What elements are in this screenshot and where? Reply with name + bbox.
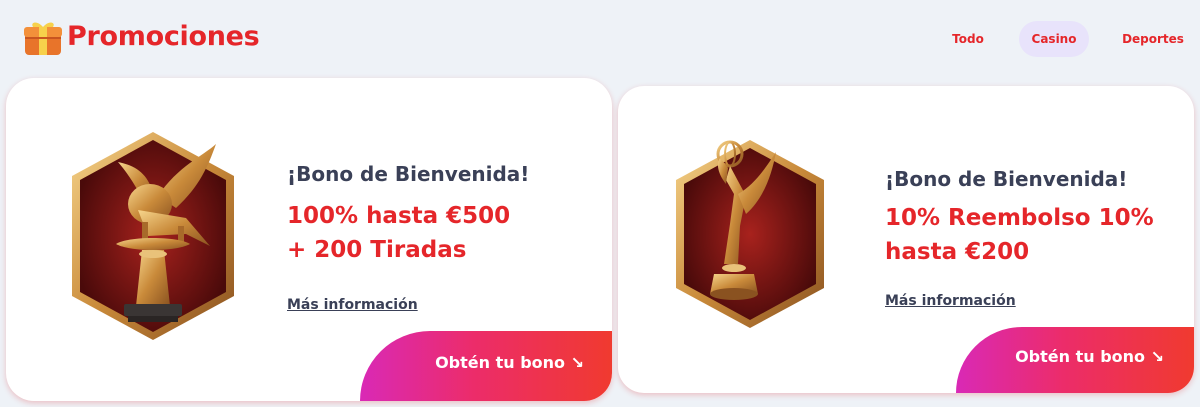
filter-tab-todo[interactable]: Todo — [938, 21, 998, 57]
get-bonus-button[interactable]: Obtén tu bono ↘ — [956, 327, 1194, 393]
get-bonus-label: Obtén tu bono ↘ — [1015, 347, 1164, 366]
get-bonus-button[interactable]: Obtén tu bono ↘ — [360, 331, 612, 401]
emmy-statuette-trophy-icon — [676, 140, 824, 328]
promotions-header: Promociones Todo Casino Deportes — [0, 0, 1200, 78]
promo-heading: ¡Bono de Bienvenida! — [885, 167, 1128, 191]
gift-box-icon — [24, 22, 62, 55]
promo-offer-line-2: + 200 Tiradas — [287, 237, 467, 263]
promo-offer: 10% Reembolso 10% hasta €200 — [885, 201, 1154, 269]
get-bonus-label: Obtén tu bono ↘ — [435, 353, 584, 372]
promo-offer-line-1: 100% hasta €500 — [287, 203, 511, 229]
winged-lion-trophy-icon — [72, 132, 234, 340]
promo-offer-line-2: hasta €200 — [885, 239, 1030, 265]
promo-offer: 100% hasta €500 + 200 Tiradas — [287, 199, 510, 267]
promo-card-cashback: ¡Bono de Bienvenida! 10% Reembolso 10% h… — [618, 86, 1194, 393]
filter-tab-casino[interactable]: Casino — [1019, 21, 1089, 57]
promo-card-welcome-casino: ¡Bono de Bienvenida! 100% hasta €500 + 2… — [6, 78, 612, 401]
promo-heading: ¡Bono de Bienvenida! — [287, 162, 530, 186]
more-info-link[interactable]: Más información — [885, 293, 1016, 309]
filter-tab-deportes[interactable]: Deportes — [1118, 21, 1188, 57]
page-title: Promociones — [67, 21, 260, 52]
more-info-link[interactable]: Más información — [287, 297, 418, 313]
promo-offer-line-1: 10% Reembolso 10% — [885, 205, 1154, 231]
